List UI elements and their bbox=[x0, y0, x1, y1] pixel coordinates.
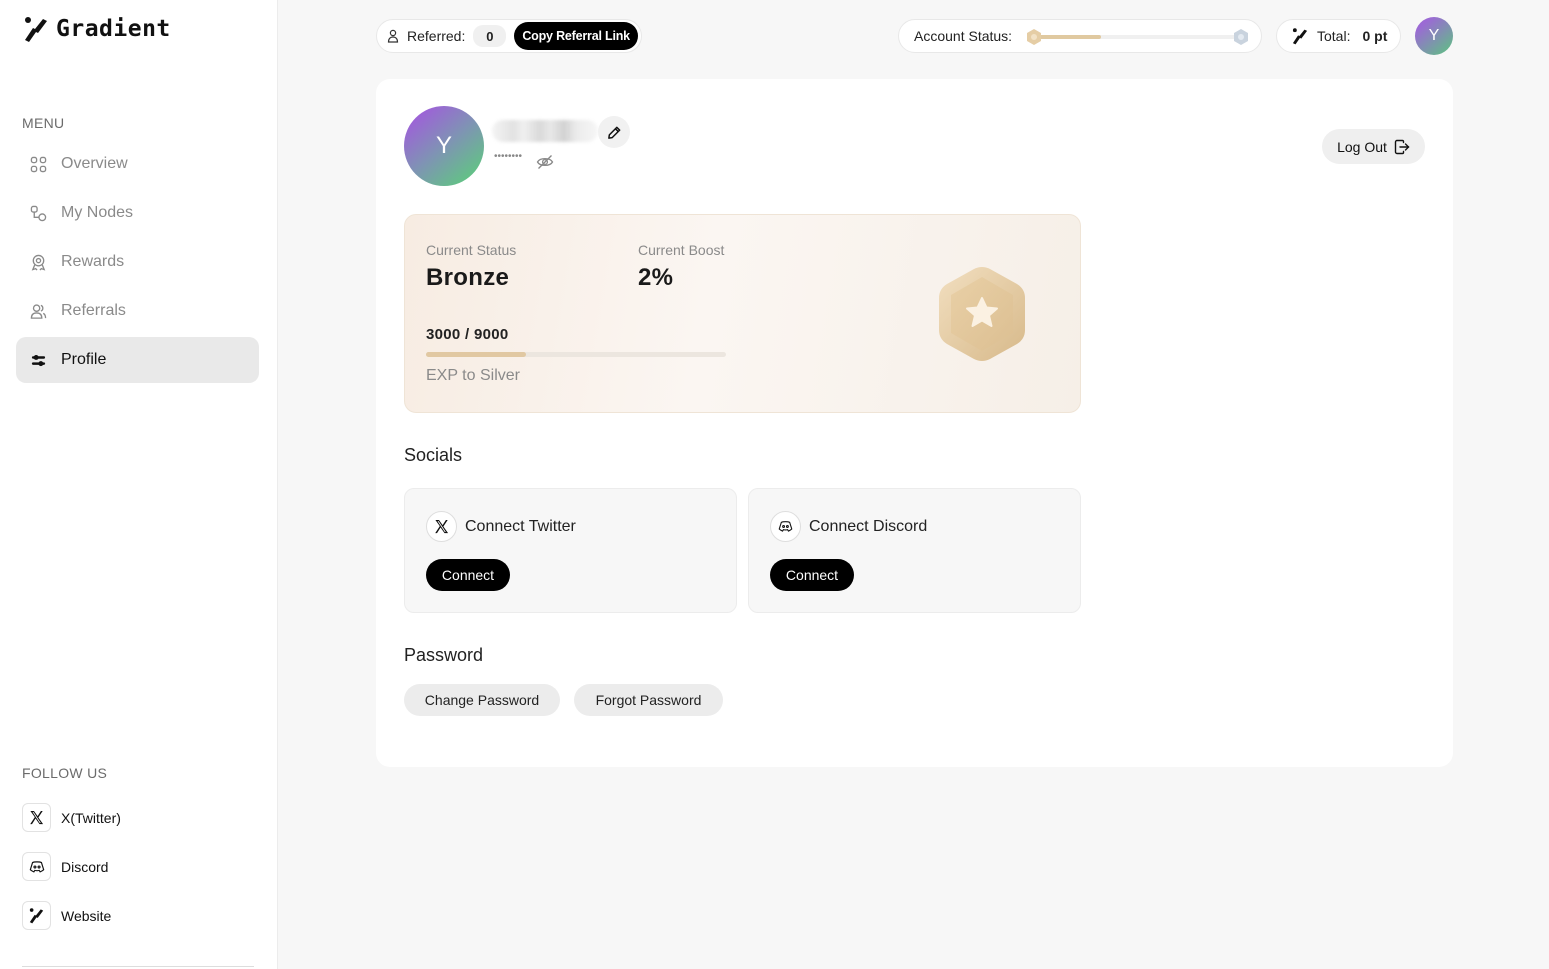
account-status-label: Account Status: bbox=[914, 28, 1013, 44]
sidebar-item-rewards[interactable]: Rewards bbox=[16, 239, 259, 285]
change-password-button[interactable]: Change Password bbox=[404, 684, 560, 716]
discord-icon bbox=[770, 511, 801, 542]
referral-pill: Referred: 0 Copy Referral Link bbox=[376, 19, 642, 53]
logout-button[interactable]: Log Out bbox=[1322, 129, 1425, 164]
connect-twitter-button[interactable]: Connect bbox=[426, 559, 510, 591]
pencil-icon bbox=[607, 126, 620, 139]
account-status-track bbox=[1031, 35, 1243, 39]
gradient-logo-icon bbox=[1292, 28, 1308, 45]
forgot-password-button[interactable]: Forgot Password bbox=[574, 684, 723, 716]
divider bbox=[22, 966, 254, 967]
exp-progress-track bbox=[426, 352, 726, 357]
gradient-logo-icon bbox=[25, 17, 47, 42]
menu-label: MENU bbox=[22, 115, 65, 131]
current-boost-label: Current Boost bbox=[638, 242, 725, 258]
exp-progress-fill bbox=[426, 352, 526, 357]
logout-icon bbox=[1394, 139, 1410, 154]
grid-icon bbox=[30, 156, 47, 172]
x-icon bbox=[22, 803, 51, 832]
follow-item-label: Website bbox=[61, 907, 112, 924]
sidebar-item-label: Profile bbox=[61, 351, 107, 368]
follow-discord-link[interactable]: Discord bbox=[22, 850, 121, 883]
bronze-hex-icon bbox=[1027, 29, 1041, 45]
user-icon bbox=[387, 29, 399, 43]
status-card: Current Status Bronze Current Boost 2% 3… bbox=[404, 214, 1081, 413]
users-icon bbox=[30, 303, 47, 319]
sidebar-item-label: Rewards bbox=[61, 253, 125, 270]
nodes-icon bbox=[30, 205, 47, 221]
referred-count: 0 bbox=[473, 25, 507, 47]
rewards-icon bbox=[31, 254, 46, 271]
brand-name: Gradient bbox=[56, 16, 171, 42]
discord-icon bbox=[22, 852, 51, 881]
current-status-label: Current Status bbox=[426, 242, 517, 258]
referred-label: Referred: bbox=[407, 28, 466, 44]
avatar[interactable]: Y bbox=[1415, 17, 1453, 55]
twitter-card-header: Connect Twitter bbox=[426, 511, 576, 542]
silver-hex-icon bbox=[1234, 29, 1248, 45]
follow-us-label: FOLLOW US bbox=[22, 765, 108, 781]
gradient-logo-icon bbox=[22, 901, 51, 930]
sidebar-item-referrals[interactable]: Referrals bbox=[16, 288, 259, 334]
x-icon bbox=[426, 511, 457, 542]
discord-card-header: Connect Discord bbox=[770, 511, 927, 542]
sidebar-item-label: Overview bbox=[61, 155, 128, 172]
follow-links: X(Twitter) Discord Website bbox=[22, 801, 121, 948]
current-boost-value: 2% bbox=[638, 264, 674, 291]
sidebar-item-label: Referrals bbox=[61, 302, 126, 319]
profile-sliders-icon bbox=[31, 354, 46, 366]
sidebar-item-overview[interactable]: Overview bbox=[16, 141, 259, 187]
eye-off-icon[interactable] bbox=[536, 154, 554, 170]
sidebar: Gradient MENU Overview My Nodes Rewards bbox=[0, 0, 278, 969]
current-status-value: Bronze bbox=[426, 264, 510, 291]
follow-item-label: Discord bbox=[61, 858, 109, 875]
follow-website-link[interactable]: Website bbox=[22, 899, 121, 932]
username-redacted bbox=[492, 120, 598, 142]
sidebar-item-my-nodes[interactable]: My Nodes bbox=[16, 190, 259, 236]
sidebar-item-profile[interactable]: Profile bbox=[16, 337, 259, 383]
logout-label: Log Out bbox=[1337, 138, 1387, 155]
connect-discord-label: Connect Discord bbox=[809, 517, 928, 535]
bronze-star-badge-icon bbox=[939, 267, 1025, 361]
password-title: Password bbox=[404, 645, 484, 665]
socials-title: Socials bbox=[404, 445, 463, 465]
total-value: 0 pt bbox=[1362, 28, 1388, 44]
follow-twitter-link[interactable]: X(Twitter) bbox=[22, 801, 121, 834]
account-status-pill: Account Status: bbox=[898, 19, 1262, 53]
brand-logo[interactable]: Gradient bbox=[22, 15, 171, 43]
sidebar-nav: Overview My Nodes Rewards Referrals Prof… bbox=[16, 141, 259, 386]
sidebar-item-label: My Nodes bbox=[61, 204, 134, 221]
exp-progress-text: 3000 / 9000 bbox=[426, 326, 509, 343]
discord-card: Connect Discord Connect bbox=[748, 488, 1081, 613]
edit-name-button[interactable] bbox=[598, 116, 630, 148]
follow-item-label: X(Twitter) bbox=[61, 809, 121, 826]
copy-referral-link-button[interactable]: Copy Referral Link bbox=[514, 22, 638, 50]
total-label: Total: bbox=[1317, 28, 1351, 44]
exp-to-next-label: EXP to Silver bbox=[426, 367, 520, 384]
connect-twitter-label: Connect Twitter bbox=[465, 517, 576, 535]
masked-secret: •••••••• bbox=[494, 151, 523, 162]
twitter-card: Connect Twitter Connect bbox=[404, 488, 737, 613]
profile-card: Y •••••••• Log Out Current Status Bronze… bbox=[376, 79, 1453, 767]
connect-discord-button[interactable]: Connect bbox=[770, 559, 854, 591]
profile-avatar: Y bbox=[404, 106, 484, 186]
total-points-pill: Total: 0 pt bbox=[1276, 19, 1401, 53]
